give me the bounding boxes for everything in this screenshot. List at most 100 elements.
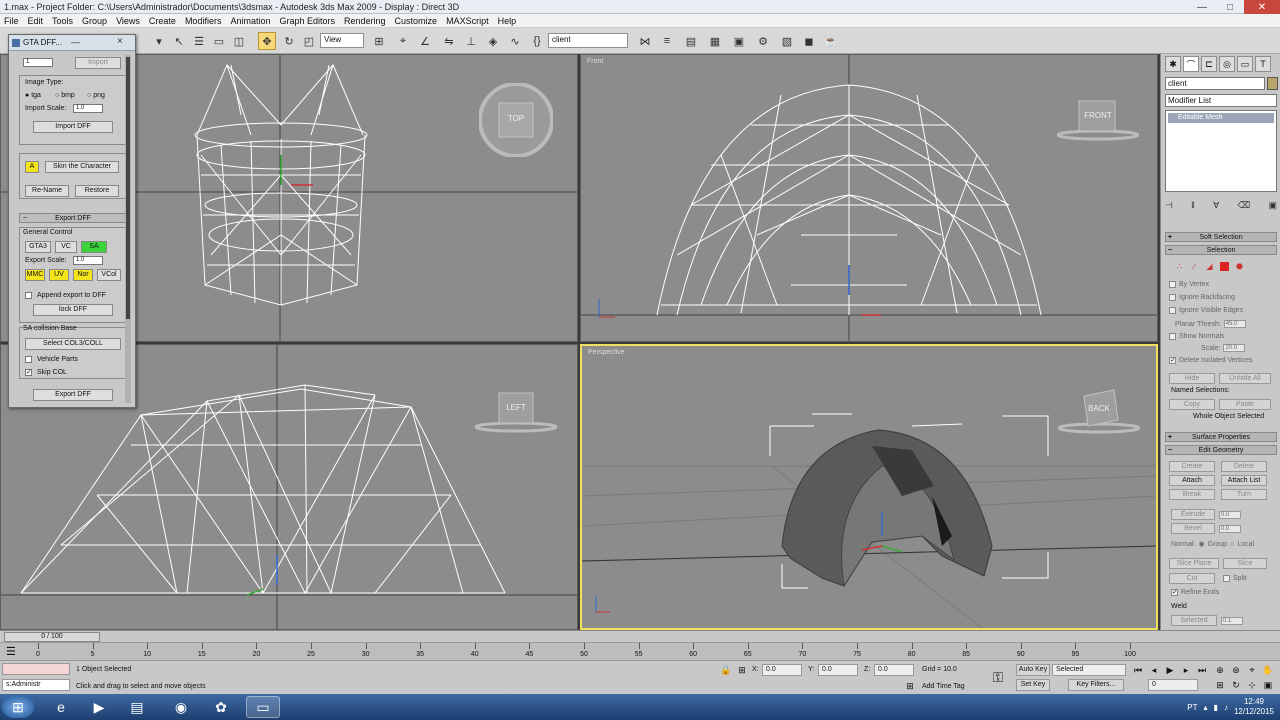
- auto-key-button[interactable]: Auto Key: [1016, 664, 1050, 676]
- delete-isolated-checkbox[interactable]: [1169, 357, 1176, 364]
- firefox-icon[interactable]: ◉: [164, 696, 198, 718]
- skin-character-button[interactable]: Skin the Character: [45, 161, 119, 173]
- show-normals-row[interactable]: Show Normals: [1169, 333, 1225, 340]
- surface-properties-rollout[interactable]: Surface Properties: [1165, 432, 1277, 442]
- minimize-button[interactable]: —: [1188, 0, 1216, 14]
- internet-explorer-icon[interactable]: e: [44, 696, 78, 718]
- sa-button[interactable]: SA: [81, 241, 107, 253]
- gta-panel-titlebar[interactable]: GTA DFF... — ×: [9, 35, 135, 51]
- time-slider[interactable]: 0 / 100: [4, 632, 100, 642]
- menu-group[interactable]: Group: [82, 16, 107, 26]
- import-scale-spinner[interactable]: 1.0: [73, 104, 103, 113]
- modify-tab-icon[interactable]: ⌒: [1183, 56, 1199, 72]
- export-dff-rollout[interactable]: Export DFF: [19, 213, 127, 223]
- vehicle-parts-checkbox[interactable]: [25, 356, 32, 363]
- dropdown-arrow-icon[interactable]: ▾: [150, 32, 168, 50]
- skip-col-checkbox[interactable]: [25, 369, 32, 376]
- copy-button[interactable]: Copy: [1169, 399, 1215, 410]
- menu-modifiers[interactable]: Modifiers: [185, 16, 222, 26]
- key-mode-select[interactable]: Selected: [1052, 664, 1126, 676]
- radio-png[interactable]: ○ png: [87, 92, 105, 99]
- remove-modifier-icon[interactable]: ⌫: [1237, 200, 1250, 212]
- radio-local-icon[interactable]: ○: [1230, 541, 1234, 548]
- split-checkbox[interactable]: [1223, 575, 1230, 582]
- scrollbar-thumb[interactable]: [126, 57, 130, 319]
- angle-snap-icon[interactable]: ∠: [416, 32, 434, 50]
- ignore-visible-edges-row[interactable]: Ignore Visible Edges: [1169, 307, 1243, 314]
- weld-selected-button[interactable]: Selected: [1171, 615, 1217, 626]
- align-icon[interactable]: ⊥: [462, 32, 480, 50]
- motion-tab-icon[interactable]: ◎: [1219, 56, 1235, 72]
- planar-thresh-spinner[interactable]: 45.0: [1223, 320, 1246, 328]
- pan-icon[interactable]: ✋: [1262, 664, 1274, 676]
- y-coordinate[interactable]: 0.0: [818, 664, 858, 676]
- nor-button[interactable]: Nor: [73, 269, 93, 281]
- clock[interactable]: 12:49 12/12/2015: [1234, 697, 1274, 717]
- select-object-icon[interactable]: ↖: [170, 32, 188, 50]
- gta-panel-scrollbar[interactable]: [125, 55, 131, 403]
- attach-list-button[interactable]: Attach List: [1221, 475, 1267, 486]
- a-button[interactable]: A: [25, 161, 39, 173]
- import-dff-button[interactable]: Import DFF: [33, 121, 113, 133]
- import-button[interactable]: Import: [75, 57, 121, 69]
- hierarchy-tab-icon[interactable]: ⊏: [1201, 56, 1217, 72]
- language-indicator[interactable]: PT: [1187, 703, 1197, 712]
- mmc-button[interactable]: MMC: [25, 269, 45, 281]
- lock-selection-icon[interactable]: 🔒: [720, 664, 732, 676]
- mirror-tool-icon[interactable]: ⋈: [636, 32, 654, 50]
- show-end-result-icon[interactable]: ‖: [1191, 200, 1195, 212]
- menu-maxscript[interactable]: MAXScript: [446, 16, 489, 26]
- uv-button[interactable]: UV: [49, 269, 69, 281]
- current-frame-field[interactable]: 0: [1148, 679, 1198, 691]
- named-selection-icon[interactable]: {}: [528, 32, 546, 50]
- split-row[interactable]: Split: [1223, 575, 1247, 582]
- soft-selection-rollout[interactable]: Soft Selection: [1165, 232, 1277, 242]
- refine-ends-row[interactable]: Refine Ends: [1171, 589, 1219, 596]
- maximize-viewport-icon[interactable]: ▣: [1262, 679, 1274, 691]
- vertex-icon[interactable]: ∴: [1175, 262, 1184, 271]
- gta3-button[interactable]: GTA3: [25, 241, 51, 253]
- edit-geometry-rollout[interactable]: Edit Geometry: [1165, 445, 1277, 455]
- restore-button[interactable]: Restore: [75, 185, 119, 197]
- menu-create[interactable]: Create: [149, 16, 176, 26]
- object-name-field[interactable]: client: [1165, 77, 1265, 90]
- slice-button[interactable]: Slice: [1223, 558, 1267, 569]
- export-scale-spinner[interactable]: 1.0: [73, 256, 103, 265]
- vc-button[interactable]: VC: [55, 241, 77, 253]
- media-player-icon[interactable]: ▶: [82, 696, 116, 718]
- weld-threshold-spinner[interactable]: 0.1: [1221, 617, 1243, 625]
- unhide-all-button[interactable]: Unhide All: [1219, 373, 1271, 384]
- maximize-button[interactable]: □: [1216, 0, 1244, 14]
- close-icon[interactable]: ×: [117, 36, 123, 47]
- mirror-icon[interactable]: ⇋: [440, 32, 458, 50]
- absolute-mode-icon[interactable]: ⊞: [736, 664, 748, 676]
- ignore-visible-edges-checkbox[interactable]: [1169, 307, 1176, 314]
- radio-bmp[interactable]: ○ bmp: [55, 92, 75, 99]
- go-to-end-icon[interactable]: ⏭: [1196, 664, 1208, 676]
- key-filters-button[interactable]: Key Filters...: [1068, 679, 1124, 691]
- menu-file[interactable]: File: [4, 16, 19, 26]
- rotate-icon[interactable]: ↻: [280, 32, 298, 50]
- polygon-icon[interactable]: [1220, 262, 1229, 271]
- reference-coord-select[interactable]: View: [320, 33, 364, 48]
- refine-ends-checkbox[interactable]: [1171, 589, 1178, 596]
- extrude-button[interactable]: Extrude: [1171, 509, 1215, 520]
- zoom-extents-icon[interactable]: ⊞: [1214, 679, 1226, 691]
- paint-icon[interactable]: ✿: [204, 696, 238, 718]
- radio-tga[interactable]: ● tga: [25, 92, 41, 99]
- render-frame-icon[interactable]: ▧: [778, 32, 796, 50]
- previous-frame-icon[interactable]: ◂: [1148, 664, 1160, 676]
- render-setup-icon[interactable]: ⚙: [754, 32, 772, 50]
- bevel-amount-spinner[interactable]: 0.0: [1219, 525, 1241, 533]
- lock-dff-button[interactable]: lock DFF: [33, 304, 113, 316]
- render-icon[interactable]: ◼: [800, 32, 818, 50]
- quick-render-icon[interactable]: ☕: [822, 32, 840, 50]
- minimize-icon[interactable]: —: [71, 37, 80, 47]
- field-of-view-icon[interactable]: ⌖: [1246, 664, 1258, 676]
- window-crossing-icon[interactable]: ◫: [230, 32, 248, 50]
- orbit-icon[interactable]: ↻: [1230, 679, 1242, 691]
- maxscript-listener-top[interactable]: [2, 663, 70, 675]
- delete-button[interactable]: Delete: [1221, 461, 1267, 472]
- curve-editor-icon[interactable]: ∿: [506, 32, 524, 50]
- scale-icon[interactable]: ◰: [300, 32, 318, 50]
